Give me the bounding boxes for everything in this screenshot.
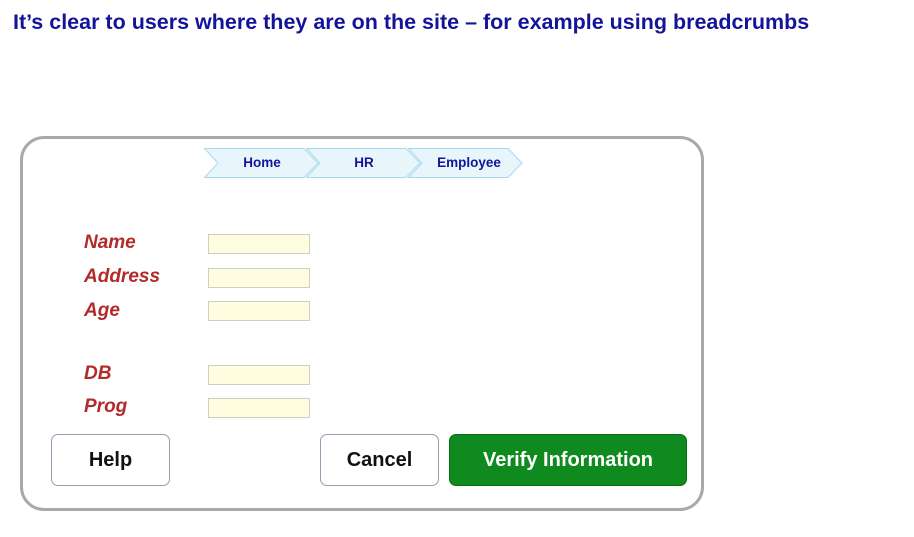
breadcrumb: Home HR Employee: [204, 148, 524, 178]
breadcrumb-item-employee[interactable]: Employee: [408, 148, 523, 178]
breadcrumb-label: HR: [354, 155, 374, 170]
db-label: DB: [84, 363, 112, 384]
breadcrumb-label: Home: [243, 155, 281, 170]
slide-title: It’s clear to users where they are on th…: [13, 10, 810, 34]
breadcrumb-label: Employee: [437, 155, 501, 170]
breadcrumb-item-hr[interactable]: HR: [306, 148, 421, 178]
help-button[interactable]: Help: [51, 434, 170, 486]
prog-label: Prog: [84, 396, 128, 417]
breadcrumb-item-home[interactable]: Home: [204, 148, 319, 178]
age-input[interactable]: [208, 301, 310, 321]
address-input[interactable]: [208, 268, 310, 288]
cancel-button[interactable]: Cancel: [320, 434, 439, 486]
name-input[interactable]: [208, 234, 310, 254]
address-label: Address: [84, 266, 161, 287]
prog-input[interactable]: [208, 398, 310, 418]
age-label: Age: [84, 300, 120, 321]
name-label: Name: [84, 232, 136, 253]
db-input[interactable]: [208, 365, 310, 385]
verify-information-button[interactable]: Verify Information: [449, 434, 687, 486]
